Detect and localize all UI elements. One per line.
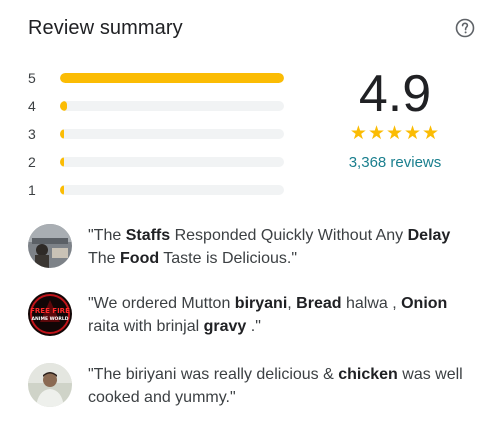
rating-label: 4 — [28, 98, 36, 114]
quote-text: "We ordered Mutton — [88, 295, 235, 312]
rating-bar-fill — [60, 157, 65, 167]
rating-row-3[interactable]: 3 — [28, 120, 288, 148]
highlighted-keyword: gravy — [203, 318, 247, 335]
highlighted-keyword: biryani — [234, 295, 288, 312]
review-count-link[interactable]: 3,368 reviews — [349, 154, 442, 171]
review-quote[interactable]: "The Staffs Responded Quickly Without An… — [88, 224, 478, 270]
quote-text: Responded Quickly Without Any — [170, 227, 408, 244]
review-summary-title: Review summary — [28, 17, 183, 39]
rating-row-4[interactable]: 4 — [28, 92, 288, 120]
review-quote[interactable]: "We ordered Mutton biryani, Bread halwa … — [88, 292, 478, 338]
rating-bar-track — [60, 157, 284, 167]
rating-label: 5 — [28, 70, 36, 86]
rating-label: 3 — [28, 126, 36, 142]
svg-text:ANIME WORLD: ANIME WORLD — [32, 316, 69, 322]
review-snippet[interactable]: "The Staffs Responded Quickly Without An… — [28, 224, 478, 270]
question-circle-icon[interactable] — [455, 18, 475, 38]
rating-bar-track — [60, 73, 284, 83]
quote-text: "The — [88, 227, 126, 244]
rating-bar-fill — [60, 185, 65, 195]
rating-bar-fill — [60, 101, 67, 111]
free-fire-logo-avatar[interactable]: FREE FIRE ANIME WORLD — [28, 292, 72, 336]
quote-text: raita with brinjal — [88, 318, 204, 335]
highlighted-keyword: Food — [120, 250, 160, 267]
quote-text: , — [287, 295, 297, 312]
rating-bar-track — [60, 101, 284, 111]
rating-label: 1 — [28, 182, 36, 198]
average-rating: 4.9 — [358, 65, 432, 123]
user-photo-avatar[interactable] — [28, 224, 72, 268]
review-snippet[interactable]: "The biriyani was really delicious & chi… — [28, 363, 478, 409]
highlighted-keyword: Bread — [296, 295, 342, 312]
highlighted-keyword: Onion — [401, 295, 448, 312]
review-snippet[interactable]: FREE FIRE ANIME WORLD "We ordered Mutton… — [28, 292, 478, 338]
rating-bar-track — [60, 185, 284, 195]
quote-text: Taste is Delicious." — [159, 250, 297, 267]
rating-bar-fill — [60, 73, 284, 83]
quote-text: The — [88, 250, 121, 267]
review-quote[interactable]: "The biriyani was really delicious & chi… — [88, 363, 478, 409]
highlighted-keyword: Delay — [407, 227, 451, 244]
highlighted-keyword: chicken — [338, 366, 398, 383]
highlighted-keyword: Staffs — [125, 227, 171, 244]
rating-distribution: 5 4 3 2 1 — [28, 64, 288, 204]
quote-text: halwa , — [341, 295, 402, 312]
svg-text:FREE FIRE: FREE FIRE — [30, 307, 70, 315]
rating-row-2[interactable]: 2 — [28, 148, 288, 176]
rating-row-5[interactable]: 5 — [28, 64, 288, 92]
rating-summary: 4.9 ★★★★★ 3,368 reviews — [330, 66, 460, 172]
rating-row-1[interactable]: 1 — [28, 176, 288, 204]
rating-bar-track — [60, 129, 284, 139]
quote-text: "The biriyani was really delicious & — [88, 366, 339, 383]
quote-text: ." — [246, 318, 261, 335]
rating-label: 2 — [28, 154, 36, 170]
user-photo-avatar[interactable] — [28, 363, 72, 407]
star-rating-icon: ★★★★★ — [349, 123, 441, 144]
rating-bar-fill — [60, 129, 65, 139]
